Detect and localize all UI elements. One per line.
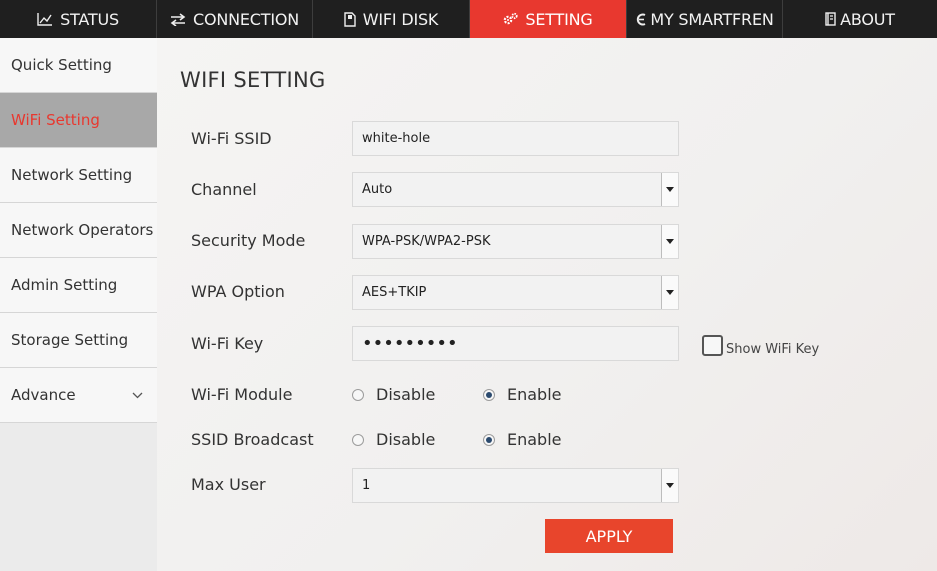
wifi-key-label: Wi-Fi Key [191, 334, 264, 353]
apply-button[interactable]: APPLY [545, 519, 673, 553]
chevron-down-icon [132, 388, 143, 402]
tab-status[interactable]: STATUS [0, 0, 157, 38]
security-mode-label: Security Mode [191, 231, 306, 250]
tab-my-smartfren-label: MY SMARTFREN [650, 9, 774, 29]
sidebar-item-network-operators[interactable]: Network Operators [0, 203, 157, 258]
wifi-module-disable-label: Disable [376, 385, 436, 404]
sidebar-item-network-setting[interactable]: Network Setting [0, 148, 157, 203]
gears-icon [503, 12, 518, 26]
max-user-label: Max User [191, 475, 266, 494]
sidebar-item-storage-setting[interactable]: Storage Setting [0, 313, 157, 368]
show-wifi-key-label: Show WiFi Key [726, 342, 820, 357]
book-icon [825, 12, 836, 26]
tab-setting-label: SETTING [525, 9, 593, 29]
channel-select[interactable]: Auto [352, 172, 679, 207]
wifi-module-disable-option[interactable]: Disable [352, 385, 435, 404]
sidebar-item-label: Network Setting [11, 166, 133, 184]
ssid-broadcast-enable-option[interactable]: Enable [483, 430, 562, 449]
wpa-option-select[interactable]: AES+TKIP [352, 275, 679, 310]
dropdown-arrow-icon[interactable] [661, 173, 678, 206]
ssid-label: Wi-Fi SSID [191, 129, 272, 148]
channel-label: Channel [191, 180, 257, 199]
wpa-option-value: AES+TKIP [362, 285, 427, 300]
tab-about[interactable]: ABOUT [783, 0, 937, 38]
sidebar-item-label: Advance [11, 386, 76, 404]
sidebar: Quick Setting WiFi Setting Network Setti… [0, 38, 157, 571]
security-mode-select[interactable]: WPA-PSK/WPA2-PSK [352, 224, 679, 259]
dropdown-arrow-icon[interactable] [661, 225, 678, 258]
sidebar-item-label: WiFi Setting [11, 111, 100, 129]
sidebar-item-label: Quick Setting [11, 56, 112, 74]
sidebar-item-admin-setting[interactable]: Admin Setting [0, 258, 157, 313]
main-content: WIFI SETTING Wi-Fi SSID Channel Auto Sec… [157, 38, 937, 571]
ssid-broadcast-enable-radio[interactable] [483, 433, 495, 446]
ssid-broadcast-label: SSID Broadcast [191, 430, 314, 449]
max-user-select[interactable]: 1 [352, 468, 679, 503]
sidebar-item-label: Storage Setting [11, 331, 129, 349]
tab-about-label: ABOUT [840, 9, 895, 29]
channel-value: Auto [362, 182, 393, 197]
tab-my-smartfren[interactable]: MY SMARTFREN [627, 0, 783, 38]
security-mode-value: WPA-PSK/WPA2-PSK [362, 234, 491, 249]
show-wifi-key-toggle[interactable]: Show WiFi Key [702, 334, 819, 357]
show-wifi-key-checkbox[interactable] [702, 335, 723, 356]
sidebar-item-wifi-setting[interactable]: WiFi Setting [0, 93, 157, 148]
tab-wifi-disk-label: WIFI DISK [362, 9, 439, 29]
sidebar-item-advance[interactable]: Advance [0, 368, 157, 423]
ssid-broadcast-disable-radio[interactable] [352, 433, 364, 446]
ssid-broadcast-enable-label: Enable [507, 430, 562, 449]
top-navigation: STATUS CONNECTION WIFI DISK SETTING MY S… [0, 0, 937, 38]
wifi-key-masked-value: ••••••••• [362, 332, 458, 354]
max-user-value: 1 [362, 478, 371, 493]
swap-arrows-icon [170, 12, 186, 26]
sidebar-item-quick-setting[interactable]: Quick Setting [0, 38, 157, 93]
tab-status-label: STATUS [60, 9, 119, 29]
dropdown-arrow-icon[interactable] [661, 276, 678, 309]
dropdown-arrow-icon[interactable] [661, 469, 678, 502]
sd-card-icon [344, 11, 356, 27]
wifi-module-enable-radio[interactable] [483, 388, 495, 401]
wifi-module-enable-label: Enable [507, 385, 562, 404]
page-title: WIFI SETTING [180, 68, 326, 92]
tab-connection-label: CONNECTION [192, 9, 300, 29]
wifi-module-disable-radio[interactable] [352, 388, 364, 401]
ssid-input[interactable] [362, 131, 678, 146]
tab-setting[interactable]: SETTING [470, 0, 627, 38]
wifi-module-label: Wi-Fi Module [191, 385, 293, 404]
chart-line-icon [37, 12, 53, 26]
ssid-broadcast-disable-option[interactable]: Disable [352, 430, 435, 449]
wifi-module-enable-option[interactable]: Enable [483, 385, 562, 404]
wifi-key-field[interactable]: ••••••••• [352, 326, 679, 361]
sidebar-item-label: Network Operators [11, 221, 154, 239]
sidebar-item-label: Admin Setting [11, 276, 118, 294]
tab-connection[interactable]: CONNECTION [157, 0, 313, 38]
ssid-field [352, 121, 679, 156]
wpa-option-label: WPA Option [191, 282, 285, 301]
ssid-broadcast-disable-label: Disable [376, 430, 436, 449]
smartfren-logo-icon [635, 13, 647, 26]
tab-wifi-disk[interactable]: WIFI DISK [313, 0, 470, 38]
